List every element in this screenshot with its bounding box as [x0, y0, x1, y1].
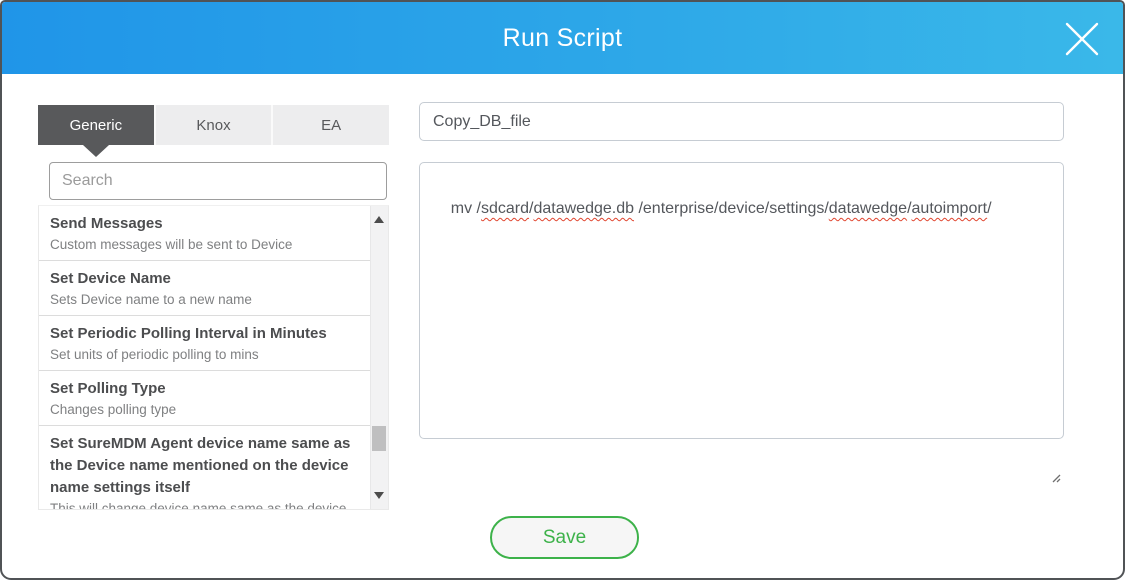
run-script-dialog: Run Script Generic Knox EA Send Messages… [0, 0, 1125, 580]
active-tab-notch [83, 145, 109, 157]
script-type-tabs: Generic Knox EA [38, 105, 389, 145]
close-button[interactable] [1063, 20, 1101, 58]
script-item-title: Set Polling Type [50, 378, 363, 400]
script-item-description: Set units of periodic polling to mins [50, 345, 363, 364]
scroll-up-icon[interactable] [374, 216, 384, 223]
scroll-down-icon[interactable] [374, 492, 384, 499]
save-button[interactable]: Save [490, 516, 639, 559]
dialog-title: Run Script [2, 2, 1123, 74]
script-list: Send Messages Custom messages will be se… [38, 205, 389, 510]
tab-knox[interactable]: Knox [154, 105, 272, 145]
resize-handle-icon[interactable] [1049, 424, 1061, 436]
script-item-description: Custom messages will be sent to Device [50, 235, 363, 254]
tab-ea[interactable]: EA [271, 105, 389, 145]
script-list-item[interactable]: Set SureMDM Agent device name same as th… [39, 426, 371, 509]
script-item-title: Set Device Name [50, 268, 363, 290]
dialog-header: Run Script [2, 2, 1123, 74]
script-item-title: Set SureMDM Agent device name same as th… [50, 433, 363, 499]
script-list-item[interactable]: Set Periodic Polling Interval in Minutes… [39, 316, 371, 371]
script-item-description: Changes polling type [50, 400, 363, 419]
script-list-item[interactable]: Set Polling Type Changes polling type [39, 371, 371, 426]
script-list-item[interactable]: Set Device Name Sets Device name to a ne… [39, 261, 371, 316]
script-item-title: Set Periodic Polling Interval in Minutes [50, 323, 363, 345]
tab-generic[interactable]: Generic [38, 105, 154, 145]
scrollbar-thumb[interactable] [372, 426, 386, 451]
script-list-items: Send Messages Custom messages will be se… [39, 206, 371, 509]
script-item-title: Send Messages [50, 213, 363, 235]
close-icon [1063, 45, 1101, 62]
script-name-input[interactable] [419, 102, 1064, 141]
script-list-item[interactable]: Send Messages Custom messages will be se… [39, 206, 371, 261]
search-input[interactable] [49, 162, 387, 200]
script-command-text: mv /sdcard/datawedge.db /enterprise/devi… [451, 200, 992, 217]
list-scrollbar[interactable] [370, 206, 388, 509]
script-item-description: This will change device name same as the… [50, 499, 363, 509]
script-command-textarea[interactable]: mv /sdcard/datawedge.db /enterprise/devi… [419, 162, 1064, 439]
script-item-description: Sets Device name to a new name [50, 290, 363, 309]
